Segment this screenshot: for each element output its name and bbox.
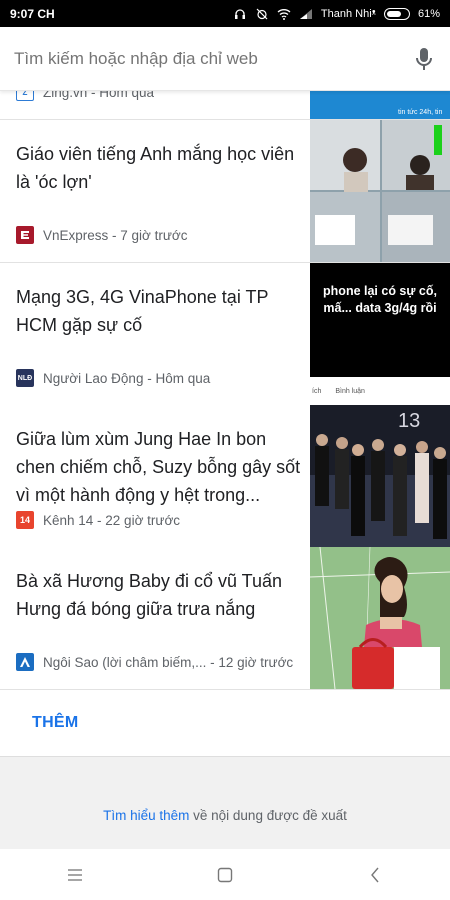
headphones-icon bbox=[233, 8, 247, 20]
mic-icon[interactable] bbox=[412, 47, 436, 71]
card-title[interactable]: Giáo viên tiếng Anh mắng học viên là 'óc… bbox=[16, 140, 301, 196]
news-card-partial[interactable]: Z Zing.vn - Hôm qua tin tức 24h, tin bbox=[0, 91, 450, 120]
zing-logo-icon: Z bbox=[16, 91, 34, 101]
news-card[interactable]: Giáo viên tiếng Anh mắng học viên là 'óc… bbox=[0, 120, 450, 263]
card-title[interactable]: Giữa lùm xùm Jung Hae In bon chen chiếm … bbox=[16, 425, 301, 509]
learn-more-link[interactable]: Tìm hiểu thêm bbox=[103, 808, 189, 823]
svg-text:13: 13 bbox=[398, 410, 420, 432]
card-source-text: VnExpress - 7 giờ trước bbox=[43, 227, 188, 243]
footer-suffix: về nội dung được đề xuất bbox=[189, 808, 347, 823]
card-source: VnExpress - 7 giờ trước bbox=[16, 226, 306, 244]
thumb-footer-item: ích bbox=[312, 387, 322, 395]
thumb-caption: tin tức 24h, tin bbox=[398, 109, 442, 116]
thumb-caption: phone lại có sự cố, mấ... data 3g/4g rồi bbox=[323, 284, 437, 315]
card-source: 14 Kênh 14 - 22 giờ trước bbox=[16, 511, 306, 529]
nld-logo-icon: NLĐ bbox=[16, 369, 34, 387]
card-thumbnail bbox=[310, 547, 450, 689]
card-source: Ngôi Sao (lời châm biếm,... - 12 giờ trư… bbox=[16, 653, 306, 671]
card-title[interactable]: Bà xã Hương Baby đi cổ vũ Tuấn Hưng đá b… bbox=[16, 567, 301, 623]
signal-icon bbox=[299, 8, 313, 20]
card-source: NLĐ Người Lao Động - Hôm qua bbox=[16, 369, 306, 387]
back-icon[interactable] bbox=[355, 855, 395, 895]
status-icons: Thanh Nhiᵜ 61% bbox=[233, 7, 440, 20]
footer: Tìm hiểu thêm về nội dung được đề xuất bbox=[0, 757, 450, 849]
battery-percent: 61% bbox=[417, 7, 440, 20]
card-thumbnail: 13 bbox=[310, 405, 450, 547]
news-feed[interactable]: Z Zing.vn - Hôm qua tin tức 24h, tin Giá… bbox=[0, 91, 450, 757]
card-source: Z Zing.vn - Hôm qua bbox=[16, 91, 306, 101]
news-card[interactable]: Bà xã Hương Baby đi cổ vũ Tuấn Hưng đá b… bbox=[0, 547, 450, 690]
ngoisao-logo-icon bbox=[16, 653, 34, 671]
carrier-name: Thanh Nhiᵜ bbox=[320, 7, 376, 20]
card-source-text: Kênh 14 - 22 giờ trước bbox=[43, 512, 181, 528]
news-card[interactable]: Giữa lùm xùm Jung Hae In bon chen chiếm … bbox=[0, 405, 450, 548]
more-row: THÊM bbox=[0, 690, 450, 757]
status-bar: 9:07 CH Thanh Nhiᵜ 61% bbox=[0, 0, 450, 27]
alarm-off-icon bbox=[255, 8, 269, 20]
footer-text: Tìm hiểu thêm về nội dung được đề xuất bbox=[0, 808, 450, 823]
card-title[interactable]: Mạng 3G, 4G VinaPhone tại TP HCM gặp sự … bbox=[16, 283, 301, 339]
card-thumbnail bbox=[310, 120, 450, 262]
search-bar[interactable]: Tìm kiếm hoặc nhập địa chỉ web bbox=[0, 27, 450, 91]
battery-icon bbox=[383, 7, 410, 20]
kenh14-logo-icon: 14 bbox=[16, 511, 34, 529]
more-button[interactable]: THÊM bbox=[32, 714, 79, 732]
home-icon[interactable] bbox=[205, 855, 245, 895]
vnexpress-logo-icon bbox=[16, 226, 34, 244]
thumb-footer-item: Bình luận bbox=[335, 387, 365, 395]
card-source-text: Ngôi Sao (lời châm biếm,... - 12 giờ trư… bbox=[43, 654, 294, 670]
card-thumbnail: phone lại có sự cố, mấ... data 3g/4g rồi… bbox=[310, 263, 450, 405]
nav-bar bbox=[0, 849, 450, 900]
news-card[interactable]: Mạng 3G, 4G VinaPhone tại TP HCM gặp sự … bbox=[0, 263, 450, 406]
search-input[interactable]: Tìm kiếm hoặc nhập địa chỉ web bbox=[14, 49, 412, 69]
status-time: 9:07 CH bbox=[10, 6, 55, 21]
card-source-text: Người Lao Động - Hôm qua bbox=[43, 370, 211, 386]
card-thumbnail: tin tức 24h, tin bbox=[310, 91, 450, 119]
menu-icon[interactable] bbox=[55, 855, 95, 895]
card-source-text: Zing.vn - Hôm qua bbox=[43, 91, 155, 100]
wifi-icon bbox=[277, 8, 291, 20]
